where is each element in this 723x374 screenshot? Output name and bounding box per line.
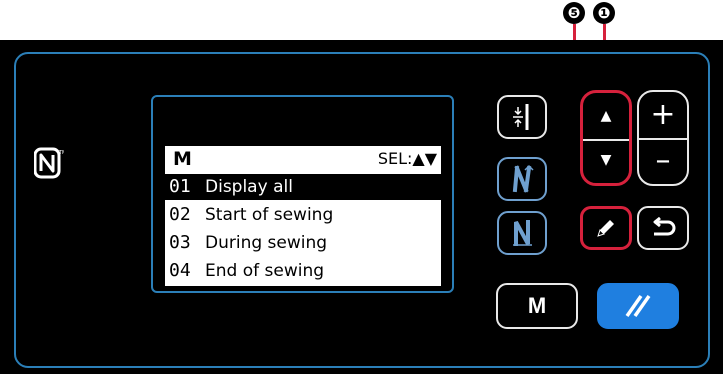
callout-1: ❶ (593, 2, 615, 24)
up-down-button-group: ▲ ▼ (580, 90, 632, 186)
reverse-stitch-icon (512, 164, 534, 193)
row-label: During sewing (205, 233, 328, 253)
menu-row-end-of-sewing[interactable]: 04 End of sewing (165, 258, 441, 284)
pencil-icon (597, 220, 614, 237)
row-label: Start of sewing (205, 205, 334, 225)
reset-icon (625, 294, 651, 318)
plus-button[interactable]: + (639, 92, 687, 138)
minus-icon: – (655, 143, 671, 178)
needle-stitch-icon (513, 220, 532, 246)
return-button[interactable] (637, 206, 689, 250)
needle-stitch-button[interactable] (497, 211, 547, 255)
up-button[interactable]: ▲ (583, 93, 629, 139)
callout-5: ❺ (563, 2, 585, 24)
row-label: End of sewing (205, 261, 325, 281)
menu-row-display-all[interactable]: 01 Display all (165, 174, 441, 200)
plus-icon: + (650, 97, 676, 132)
return-icon (653, 217, 676, 236)
row-number: 02 (169, 204, 191, 225)
edit-button[interactable] (580, 206, 632, 250)
mode-button-label: M (527, 293, 547, 318)
svg-text:TM: TM (58, 150, 64, 156)
lcd-screen: M SEL:▲▼ 01 Display all 02 Start of sewi… (165, 146, 441, 286)
row-label: Display all (205, 177, 293, 197)
mode-button[interactable]: M (496, 283, 578, 329)
menu-row-start-of-sewing[interactable]: 02 Start of sewing (165, 202, 441, 228)
menu-row-during-sewing[interactable]: 03 During sewing (165, 230, 441, 256)
plus-minus-button-group: + – (637, 90, 689, 186)
sel-indicator: SEL:▲▼ (377, 149, 437, 168)
row-number: 04 (169, 260, 191, 281)
row-number: 03 (169, 232, 191, 253)
threading-icon (513, 104, 529, 130)
up-arrow-icon: ▲ (600, 108, 612, 124)
screen-title: M (173, 148, 192, 170)
minus-button[interactable]: – (639, 138, 687, 184)
down-arrow-icon: ▼ (600, 152, 612, 168)
nfc-icon: TM (33, 146, 66, 180)
reset-button[interactable] (597, 283, 679, 329)
down-button[interactable]: ▼ (583, 137, 629, 183)
reverse-stitch-button[interactable] (497, 157, 547, 201)
threading-button[interactable] (497, 95, 547, 139)
row-number: 01 (169, 176, 191, 197)
